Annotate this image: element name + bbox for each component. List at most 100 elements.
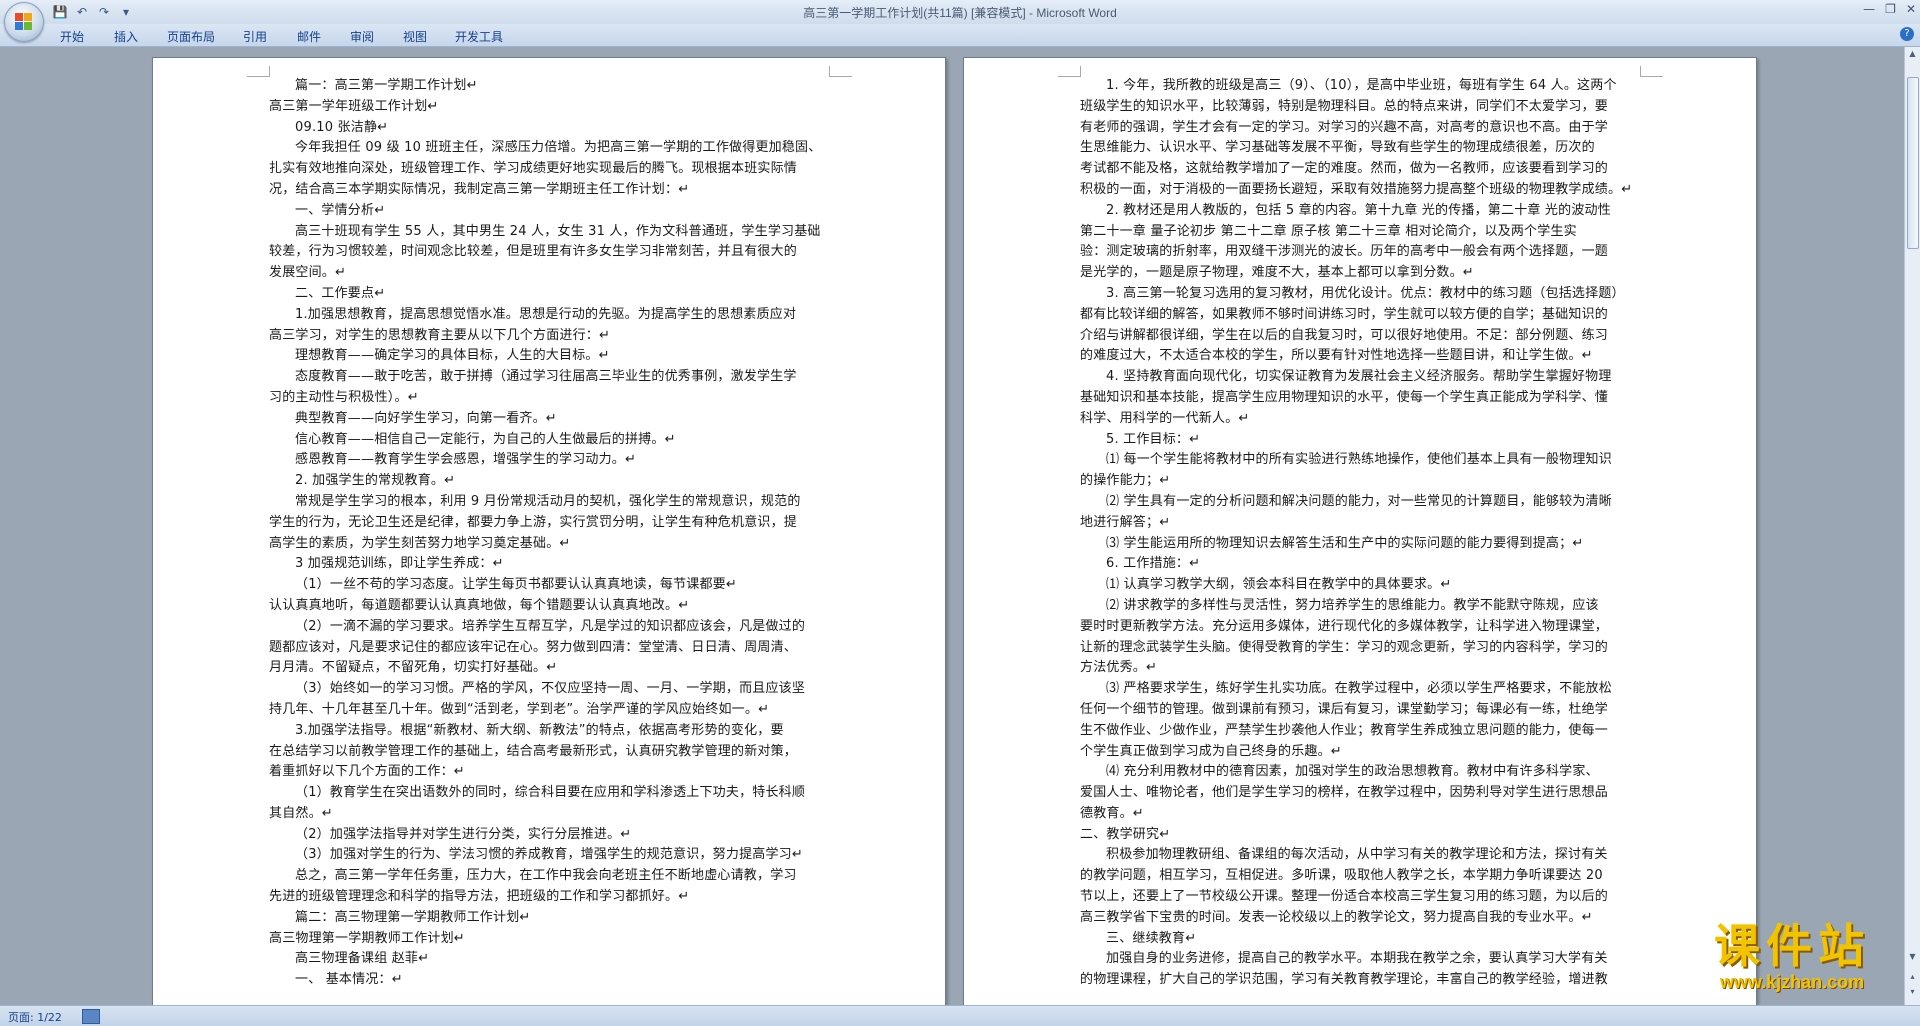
paragraph-line: 高三物理备课组 赵菲↵ xyxy=(295,951,430,967)
paragraph-line: 感恩教育——教育学生学会感恩，增强学生的学习动力。↵ xyxy=(295,452,637,468)
paragraph-line: 二、教学研究↵ xyxy=(1080,826,1171,842)
tab-developer[interactable]: 开发工具 xyxy=(455,28,503,45)
paragraph-line: 4. 坚持教育面向现代化，切实保证教育为发展社会主义经济服务。帮助学生掌握好物理 xyxy=(1106,369,1612,385)
paragraph-line: 积极参加物理教研组、备课组的每次活动，从中学习有关的教学理论和方法，探讨有关 xyxy=(1106,847,1608,863)
paragraph-line: 持几年、十几年甚至几十年。做到“活到老，学到老”。治学严谨的学风应始终如一。↵ xyxy=(269,701,770,717)
paragraph-line: （3）加强对学生的行为、学法习惯的养成教育，增强学生的规范意识，努力提高学习↵ xyxy=(295,847,803,863)
tab-page-layout[interactable]: 页面布局 xyxy=(167,28,215,45)
tab-insert[interactable]: 插入 xyxy=(114,28,138,45)
paragraph-line: ⑴ 认真学习教学大纲，领会本科目在教学中的具体要求。↵ xyxy=(1106,577,1452,593)
paragraph-line: 典型教育——向好学生学习，向第一看齐。↵ xyxy=(295,410,557,426)
paragraph-line: 况，结合高三本学期实际情况，我制定高三第一学期班主任工作计划：↵ xyxy=(269,181,690,197)
window-title: 高三第一学期工作计划(共11篇) [兼容模式] - Microsoft Word xyxy=(803,6,1117,20)
paragraph-line: 2. 教材还是用人教版的，包括 5 章的内容。第十九章 光的传播，第二十章 光的… xyxy=(1106,202,1611,218)
title-bar: 💾 ↶ ↷ ▾ 高三第一学期工作计划(共11篇) [兼容模式] - Micros… xyxy=(0,0,1920,42)
paragraph-line: 篇二：高三物理第一学期教师工作计划↵ xyxy=(295,909,531,925)
margin-corner-mark xyxy=(247,66,270,77)
tab-view[interactable]: 视图 xyxy=(403,28,427,45)
paragraph-line: 3. 高三第一轮复习选用的复习教材，用优化设计。优点：教材中的练习题（包括选择题… xyxy=(1106,285,1625,301)
paragraph-line: 生不做作业、少做作业，严禁学生抄袭他人作业；教育学生养成独立思问题的能力，使每一 xyxy=(1080,722,1609,738)
paragraph-line: 总之，高三第一学年任务重，压力大，在工作中我会向老班主任不断地虚心请教，学习 xyxy=(295,868,797,884)
tab-references[interactable]: 引用 xyxy=(243,28,267,45)
ribbon-tabs: 开始 插入 页面布局 引用 邮件 审阅 视图 开发工具 ? xyxy=(0,24,1920,47)
tab-review[interactable]: 审阅 xyxy=(350,28,374,45)
tab-home[interactable]: 开始 xyxy=(60,28,84,45)
page-1-text: 篇一：高三第一学期工作计划↵ 高三第一学年班级工作计划↵ 09.10 张洁静↵ 今年我… xyxy=(269,76,829,991)
paragraph-line: 其自然。↵ xyxy=(269,805,333,821)
paragraph-line: ⑵ 讲求教学的多样性与灵活性，努力培养学生的思维能力。教学不能默守陈规，应该 xyxy=(1106,597,1599,613)
paragraph-line: 发展空间。↵ xyxy=(269,265,347,281)
paragraph-line: 理想教育——确定学习的具体目标，人生的大目标。↵ xyxy=(295,348,610,364)
paragraph-line: 学生的行为，无论卫生还是纪律，都要力争上游，实行赏罚分明，让学生有种危机意识，提 xyxy=(269,514,798,530)
paragraph-line: 认认真真地听，每道题都要认认真真地做，每个错题要认认真真地改。↵ xyxy=(269,597,690,613)
paragraph-line: 题都应该对，凡是要求记住的都应该牢记在心。努力做到四清：堂堂清、日日清、周周清、 xyxy=(269,639,798,655)
paragraph-line: （3）始终如一的学习习惯。严格的学风，不仅应坚持一周、一月、一学期，而且应该坚 xyxy=(295,681,806,697)
paragraph-line: 的难度过大，不太适合本校的学生，所以要有针对性地选择一些题目讲，和让学生做。↵ xyxy=(1080,348,1593,364)
paragraph-line: ⑶ 严格要求学生，练好学生扎实功底。在教学过程中，必须以学生严格要求，不能放松 xyxy=(1106,681,1612,697)
proofing-icon[interactable] xyxy=(82,1009,100,1024)
close-icon[interactable]: ✕ xyxy=(1906,2,1916,16)
paragraph-line: 月月清。不留疑点，不留死角，切实打好基础。↵ xyxy=(269,660,558,676)
paragraph-line: 5. 工作目标：↵ xyxy=(1106,431,1201,447)
paragraph-line: 一、学情分析↵ xyxy=(295,202,386,218)
scroll-up-icon[interactable]: ▲ xyxy=(1907,49,1918,61)
paragraph-line: 积极的一面，对于消极的一面要扬长避短，采取有效措施努力提高整个班级的物理教学成绩… xyxy=(1080,181,1633,197)
paragraph-line: 信心教育——相信自己一定能行，为自己的人生做最后的拼搏。↵ xyxy=(295,431,676,447)
paragraph-line: 节以上，还要上了一节校级公开课。整理一份适合本校高三学生复习用的练习题，为以后的 xyxy=(1080,889,1609,905)
margin-corner-mark xyxy=(829,66,852,77)
paragraph-line: 的操作能力；↵ xyxy=(1080,473,1171,489)
office-logo-icon xyxy=(15,13,33,31)
paragraph-line: 都有比较详细的解答，如果教师不够时间讲练习时，学生就可以较方便的自学；基础知识的 xyxy=(1080,306,1609,322)
paragraph-line: 三、继续教育↵ xyxy=(1106,930,1197,946)
vertical-scrollbar[interactable]: ▲ ▼ ▴ ▾ xyxy=(1904,47,1920,1005)
maximize-icon[interactable]: ❐ xyxy=(1885,2,1896,16)
tab-mailings[interactable]: 邮件 xyxy=(297,28,321,45)
document-page-2[interactable]: 1. 今年，我所教的班级是高三（9）、（10），是高中毕业班，每班有学生 64 … xyxy=(963,57,1757,1005)
paragraph-line: 着重抓好以下几个方面的工作：↵ xyxy=(269,764,465,780)
page-2-text: 1. 今年，我所教的班级是高三（9）、（10），是高中毕业班，每班有学生 64 … xyxy=(1080,76,1640,991)
page-count[interactable]: 页面: 1/22 xyxy=(8,1009,62,1025)
paragraph-line: 考试都不能及格，这就给教学增加了一定的难度。然而，做为一名教师，应该要看到学习的 xyxy=(1080,161,1609,177)
paragraph-line: ⑵ 学生具有一定的分析问题和解决问题的能力，对一些常见的计算题目，能够较为清晰 xyxy=(1106,493,1612,509)
paragraph-line: 是光学的，一题是原子物理，难度不大，基本上都可以拿到分数。↵ xyxy=(1080,265,1474,281)
paragraph-line: 方法优秀。↵ xyxy=(1080,660,1158,676)
paragraph-line: 生思维能力、认识水平、学习基础等发展不平衡，导致有些学生的物理成绩很差，历次的 xyxy=(1080,140,1595,156)
minimize-icon[interactable]: — xyxy=(1863,2,1875,16)
paragraph-line: 高三学习，对学生的思想教育主要从以下几个方面进行：↵ xyxy=(269,327,611,343)
margin-corner-mark xyxy=(1058,66,1081,77)
watermark-title: 课件站 xyxy=(1714,919,1870,973)
paragraph-line: 二、工作要点↵ xyxy=(295,285,386,301)
document-page-1[interactable]: 篇一：高三第一学期工作计划↵ 高三第一学年班级工作计划↵ 09.10 张洁静↵ 今年我… xyxy=(152,57,946,1005)
paragraph-line: 扎实有效地推向深处，班级管理工作、学习成绩更好地实现最后的腾飞。现根据本班实际情 xyxy=(269,161,798,177)
paragraph-line: ⑶ 学生能运用所的物理知识去解答生活和生产中的实际问题的能力要得到提高；↵ xyxy=(1106,535,1584,551)
paragraph-line: 1.加强思想教育，提高思想觉悟水准。思想是行动的先驱。为提高学生的思想素质应对 xyxy=(295,306,797,322)
paragraph-line: ⑷ 充分利用教材中的德育因素，加强对学生的政治思想教育。教材中有许多科学家、 xyxy=(1106,764,1599,780)
paragraph-line: 的教学问题，相互学习，互相促进。多听课，吸取他人教学之长，本学期力争听课要达 2… xyxy=(1080,868,1603,884)
paragraph-line: 有老师的强调，学生才会有一定的学习。对学习的兴趣不高，对高考的意识也不高。由于学 xyxy=(1080,119,1609,135)
paragraph-line: 1. 今年，我所教的班级是高三（9）、（10），是高中毕业班，每班有学生 64 … xyxy=(1106,78,1617,93)
paragraph-line: 让新的理念武装学生头脑。使得受教育的学生：学习的观念更新，学习的内容科学，学习的 xyxy=(1080,639,1609,655)
paragraph-line: （2）加强学法指导并对学生进行分类，实行分层推进。↵ xyxy=(295,826,632,842)
paragraph-line: 高三十班现有学生 55 人，其中男生 24 人，女生 31 人，作为文科普通班，… xyxy=(295,223,821,239)
paragraph-line: 科学、用科学的一代新人。↵ xyxy=(1080,410,1250,426)
paragraph-line: 高三物理第一学期教师工作计划↵ xyxy=(269,930,465,946)
paragraph-line: 爱国人士、唯物论者，他们是学生学习的榜样，在教学过程中，因势利导对学生进行思想品 xyxy=(1080,785,1609,801)
paragraph-line: 基础知识和基本技能，提高学生应用物理知识的水平，使每一个学生真正能成为学科学、懂 xyxy=(1080,389,1609,405)
paragraph-line: 高学生的素质，为学生刻苦努力地学习奠定基础。↵ xyxy=(269,535,571,551)
paragraph-line: 介绍与讲解都很详细，学生在以后的自我复习时，可以很好地使用。不足：部分例题、练习 xyxy=(1080,327,1609,343)
paragraph-line: 一、 基本情况：↵ xyxy=(295,972,403,988)
office-button[interactable] xyxy=(4,2,44,42)
watermark-url: www.kjzhan.com xyxy=(1719,972,1865,992)
paragraph-line: 验：测定玻璃的折射率，用双缝干涉测光的波长。历年的高考中一般会有两个选择题，一题 xyxy=(1080,244,1609,260)
paragraph-line: 09.10 张洁静↵ xyxy=(295,119,389,135)
paragraph-line: 高三教学省下宝贵的时间。发表一论校级以上的教学论文，努力提高自我的专业水平。↵ xyxy=(1080,909,1593,925)
paragraph-line: 篇一：高三第一学期工作计划↵ xyxy=(295,78,478,93)
paragraph-line: 习的主动性与积极性）。↵ xyxy=(269,389,419,405)
paragraph-line: 的物理课程，扩大自己的学识范围，学习有关教育教学理论，丰富自己的教学经验，增进教 xyxy=(1080,972,1609,988)
paragraph-line: 态度教育——敢于吃苦，敢于拼搏（通过学习往届高三毕业生的优秀事例，激发学生学 xyxy=(295,369,797,385)
help-icon[interactable]: ? xyxy=(1900,27,1914,41)
paragraph-line: 地进行解答；↵ xyxy=(1080,514,1171,530)
scrollbar-thumb[interactable] xyxy=(1907,77,1919,249)
paragraph-line: 第二十一章 量子论初步 第二十二章 原子核 第二十三章 相对论简介，以及两个学生… xyxy=(1080,223,1577,239)
paragraph-line: （1）一丝不苟的学习态度。让学生每页书都要认认真真地读，每节课都要↵ xyxy=(295,577,737,593)
